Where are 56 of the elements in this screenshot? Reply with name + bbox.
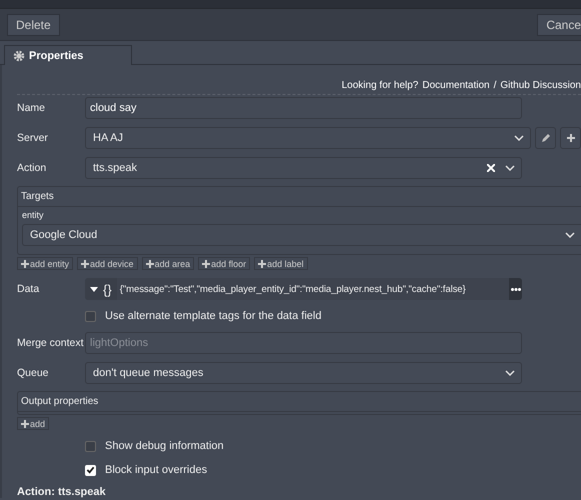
action-select[interactable]: tts.speak (85, 157, 522, 179)
delete-button[interactable]: Delete (7, 14, 60, 36)
caret-down-icon (90, 286, 98, 292)
add-button[interactable]: add floor (198, 257, 250, 270)
checkbox-label: Block input overrides (105, 464, 208, 476)
entity-label: entity (22, 210, 45, 220)
check-icon (86, 465, 95, 475)
properties-tab[interactable]: Properties (4, 45, 132, 65)
help-link[interactable]: Documentation (422, 80, 490, 91)
panel-title: Targets (18, 187, 581, 207)
field-label: Data (17, 283, 40, 295)
link-separator: / (494, 80, 496, 91)
help-prompt: Looking for help? (342, 80, 418, 91)
field-label: Name (17, 102, 46, 114)
checkbox-label: Use alternate template tags for the data field (105, 310, 322, 322)
chevron-down-icon (505, 370, 515, 376)
server-select[interactable]: HA AJ (85, 127, 531, 149)
add-server-button[interactable] (560, 127, 581, 149)
chevron-down-icon (505, 165, 515, 171)
pencil-icon (540, 133, 550, 143)
field-label: Action (17, 162, 48, 174)
add-button[interactable]: add entity (17, 257, 74, 270)
more-button[interactable] (509, 278, 522, 300)
cancel-button[interactable]: Cance (537, 14, 581, 36)
plus-icon (146, 260, 154, 268)
help-link[interactable]: Github Discussion (500, 80, 581, 91)
plus-icon (202, 260, 210, 268)
chevron-down-icon (514, 135, 524, 141)
type-selector[interactable]: {} (85, 278, 117, 300)
add-button[interactable]: add (17, 417, 50, 430)
plus-icon (81, 260, 90, 268)
edit-button[interactable] (535, 127, 556, 149)
text-field[interactable]: lightOptions (85, 332, 522, 354)
text-field[interactable]: cloud say (85, 97, 522, 119)
data-field[interactable]: {} {"message":"Test","media_player_entity_id":"media_player.nest_hub","cache":false} (85, 278, 522, 300)
field-label: Merge context (17, 337, 81, 349)
plus-icon (21, 420, 29, 428)
close-icon (487, 164, 495, 172)
more-icon (510, 288, 520, 290)
chevron-down-icon (565, 232, 575, 238)
entity-select[interactable]: Google Cloud (22, 224, 581, 246)
plus-icon (566, 134, 574, 142)
gear-icon (13, 50, 25, 62)
plus-icon (21, 260, 29, 268)
section-title: Action: tts.speak (17, 486, 107, 498)
add-button[interactable]: add area (142, 257, 194, 270)
queue-select[interactable]: don't queue messages (85, 362, 522, 384)
field-label: Queue (17, 367, 50, 379)
plus-icon (258, 260, 266, 268)
field-label: Server (17, 132, 49, 144)
checkbox[interactable] (85, 310, 96, 322)
panel-title: Output properties (18, 392, 581, 412)
add-button[interactable]: add device (77, 257, 138, 270)
checkbox-label: Show debug information (105, 440, 224, 452)
add-button[interactable]: add label (254, 257, 308, 270)
checkbox[interactable] (85, 440, 96, 452)
